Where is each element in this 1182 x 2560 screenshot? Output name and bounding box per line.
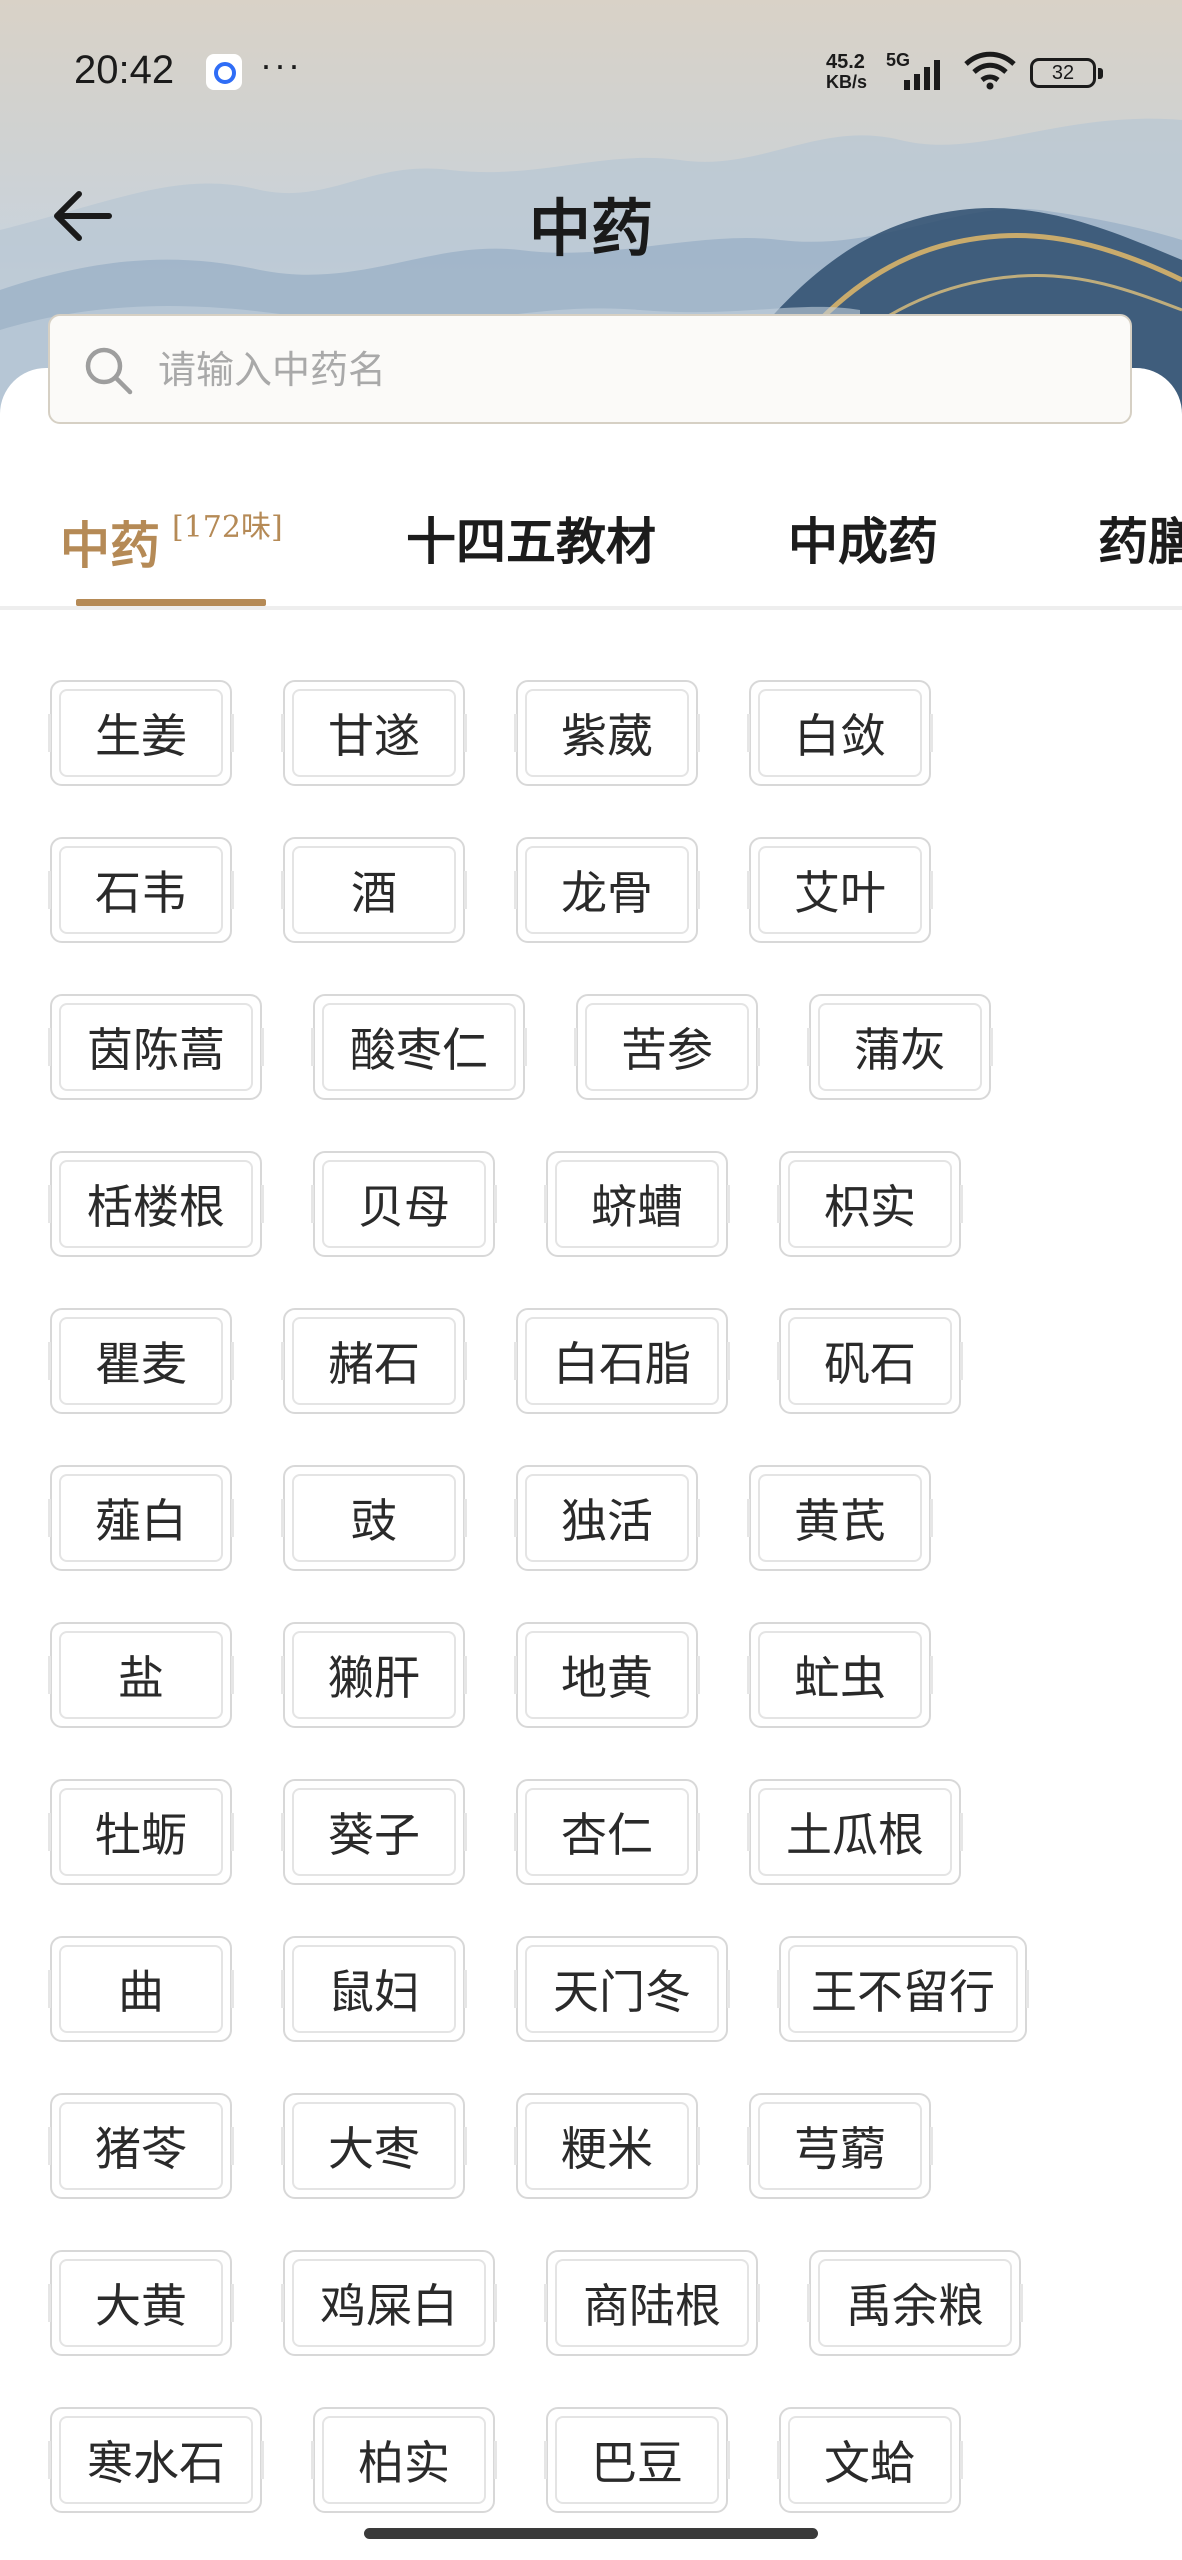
herb-chip[interactable]: 白石脂 (514, 1308, 730, 1414)
herb-row: 薤白豉独活 黄芪 (48, 1465, 1150, 1571)
herb-chip[interactable]: 枳实 (777, 1151, 963, 1257)
herb-row: 盐獭肝 地黄 虻虫 (48, 1622, 1150, 1728)
herb-chip[interactable]: 芎藭 (747, 2093, 933, 2199)
herb-chip[interactable]: 地黄 (514, 1622, 700, 1728)
tab-patent-medicine-label: 中成药 (788, 512, 938, 571)
herb-chip[interactable]: 盐 (48, 1622, 234, 1728)
search-box[interactable] (48, 314, 1132, 424)
herb-chip[interactable]: 天门冬 (514, 1936, 730, 2042)
search-icon (85, 347, 133, 395)
herb-chip[interactable]: 虻虫 (747, 1622, 933, 1728)
herb-chip[interactable]: 曲 (48, 1936, 234, 2042)
app-notification-icon (206, 54, 242, 90)
herb-chip[interactable]: 苦参 (574, 994, 760, 1100)
signal-icon (904, 60, 940, 90)
herb-chip[interactable]: 大枣 (281, 2093, 467, 2199)
herb-chip[interactable]: 龙骨 (514, 837, 700, 943)
herb-chip[interactable]: 甘遂 (281, 680, 467, 786)
page-title: 中药 (528, 192, 653, 265)
herb-chip[interactable]: 矾石 (777, 1308, 963, 1414)
herb-chip[interactable]: 紫葳 (514, 680, 700, 786)
herb-chip[interactable]: 豉 (281, 1465, 467, 1571)
herb-chip[interactable]: 土瓜根 (747, 1779, 963, 1885)
herb-chip[interactable]: 牡蛎 (48, 1779, 234, 1885)
herb-chip[interactable]: 猪苓 (48, 2093, 234, 2199)
battery-icon: 32 (1030, 58, 1103, 88)
herb-chip[interactable]: 蛴螬 (544, 1151, 730, 1257)
herb-chip[interactable]: 粳米 (514, 2093, 700, 2199)
herb-chip[interactable]: 白敛 (747, 680, 933, 786)
home-indicator[interactable] (364, 2528, 818, 2539)
category-tabs: 中药 [172味] 十四五教材 中成药 药膳 (0, 480, 1182, 610)
tab-medicinal-diet-label: 药膳 (1098, 512, 1182, 571)
tab-textbook[interactable]: 十四五教材 (406, 502, 656, 574)
tab-herbs-count: [172味] (172, 510, 283, 545)
herb-chip[interactable]: 瞿麦 (48, 1308, 234, 1414)
herb-chip[interactable]: 艾叶 (747, 837, 933, 943)
herb-row: 牡蛎 葵子 杏仁 土瓜根 (48, 1779, 1150, 1885)
herb-chip[interactable]: 葵子 (281, 1779, 467, 1885)
herb-chip[interactable]: 寒水石 (48, 2407, 264, 2513)
herb-chip[interactable]: 生姜 (48, 680, 234, 786)
herb-row: 猪苓 大枣 粳米 芎藭 (48, 2093, 1150, 2199)
tab-patent-medicine[interactable]: 中成药 (788, 502, 938, 574)
search-input[interactable] (156, 316, 1100, 424)
herb-chip[interactable]: 王不留行 (777, 1936, 1029, 2042)
network-speed-value: 45.2 (826, 51, 865, 73)
network-speed-unit: KB/s (826, 72, 868, 92)
herb-chip[interactable]: 柏实 (311, 2407, 497, 2513)
herb-row: 大黄 鸡屎白 商陆根 禹余粮 (48, 2250, 1150, 2356)
status-time: 20:42 (74, 48, 175, 92)
herb-chip[interactable]: 贝母 (311, 1151, 497, 1257)
herb-row: 曲鼠妇 天门冬 王不留行 (48, 1936, 1150, 2042)
herb-chip[interactable]: 獭肝 (281, 1622, 467, 1728)
tab-herbs-label: 中药 (60, 516, 160, 575)
herb-chip[interactable]: 酸枣仁 (311, 994, 527, 1100)
herb-row: 栝楼根 贝母 蛴螬 枳实 (48, 1151, 1150, 1257)
herb-row: 石韦酒龙骨 艾叶 (48, 837, 1150, 943)
herb-chip[interactable]: 茵陈蒿 (48, 994, 264, 1100)
tab-textbook-label: 十四五教材 (406, 512, 656, 571)
herb-chip[interactable]: 商陆根 (544, 2250, 760, 2356)
network-speed: 45.2 KB/s (826, 52, 867, 92)
herb-row: 寒水石 柏实 巴豆 文蛤 (48, 2407, 1150, 2513)
herb-chip[interactable]: 大黄 (48, 2250, 234, 2356)
herb-chip[interactable]: 栝楼根 (48, 1151, 264, 1257)
herb-chip[interactable]: 杏仁 (514, 1779, 700, 1885)
wifi-icon (964, 51, 1016, 90)
herb-chip[interactable]: 禹余粮 (807, 2250, 1023, 2356)
herb-row: 茵陈蒿 酸枣仁 苦参 蒲灰 (48, 994, 1150, 1100)
herb-chip[interactable]: 巴豆 (544, 2407, 730, 2513)
more-notifications-icon: ··· (260, 44, 302, 85)
herb-row: 生姜 甘遂 紫葳 白敛 (48, 680, 1150, 786)
tab-medicinal-diet[interactable]: 药膳 (1098, 502, 1182, 574)
herb-grid: 生姜 甘遂 紫葳 白敛 石韦酒龙骨 艾叶 茵陈蒿 酸枣仁 苦参 蒲灰 栝楼根 贝母 蛴螬 枳实 瞿麦 赭石 白石… (48, 680, 1150, 2560)
herb-chip[interactable]: 石韦 (48, 837, 234, 943)
herb-chip[interactable]: 鼠妇 (281, 1936, 467, 2042)
herbs-screen: 20:42 ··· 45.2 KB/s 5G 32 中药 请输入中药名 中药 [… (0, 0, 1182, 2560)
active-tab-indicator (76, 599, 266, 606)
herb-chip[interactable]: 赭石 (281, 1308, 467, 1414)
herb-chip[interactable]: 薤白 (48, 1465, 234, 1571)
tab-herbs[interactable]: 中药 [172味] (60, 502, 283, 578)
herb-chip[interactable]: 蒲灰 (807, 994, 993, 1100)
herb-chip[interactable]: 文蛤 (777, 2407, 963, 2513)
herb-chip[interactable]: 独活 (514, 1465, 700, 1571)
herb-chip[interactable]: 鸡屎白 (281, 2250, 497, 2356)
status-bar: 20:42 ··· 45.2 KB/s 5G 32 (0, 0, 1182, 140)
herb-chip[interactable]: 黄芪 (747, 1465, 933, 1571)
herb-chip[interactable]: 酒 (281, 837, 467, 943)
herb-row: 瞿麦 赭石 白石脂 矾石 (48, 1308, 1150, 1414)
